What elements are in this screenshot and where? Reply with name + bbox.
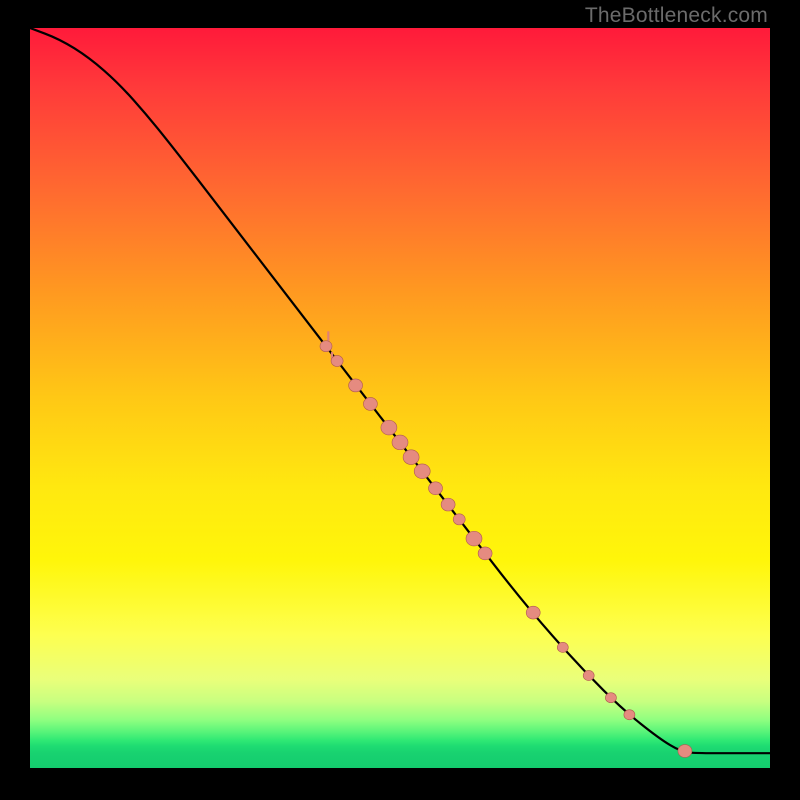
data-marker: [466, 531, 482, 546]
data-marker: [363, 397, 377, 410]
data-marker: [414, 464, 430, 479]
chart-stage: TheBottleneck.com: [0, 0, 800, 800]
plot-area: [30, 28, 770, 768]
data-markers: [320, 341, 692, 758]
data-marker: [320, 341, 332, 352]
chart-svg: [30, 28, 770, 768]
data-marker: [392, 435, 408, 450]
data-marker: [526, 606, 540, 619]
data-marker: [441, 498, 455, 511]
data-marker: [557, 642, 568, 652]
curve-tick: [327, 331, 329, 341]
data-marker: [331, 355, 343, 366]
data-marker: [678, 745, 692, 758]
data-marker: [403, 450, 419, 465]
data-marker: [624, 710, 635, 720]
data-marker: [605, 693, 616, 703]
bottleneck-curve: [30, 28, 770, 753]
data-marker: [478, 547, 492, 560]
watermark-text: TheBottleneck.com: [585, 4, 768, 28]
data-marker: [453, 514, 465, 525]
data-marker: [429, 482, 443, 495]
data-marker: [349, 379, 363, 392]
data-marker: [583, 670, 594, 680]
data-marker: [381, 420, 397, 435]
